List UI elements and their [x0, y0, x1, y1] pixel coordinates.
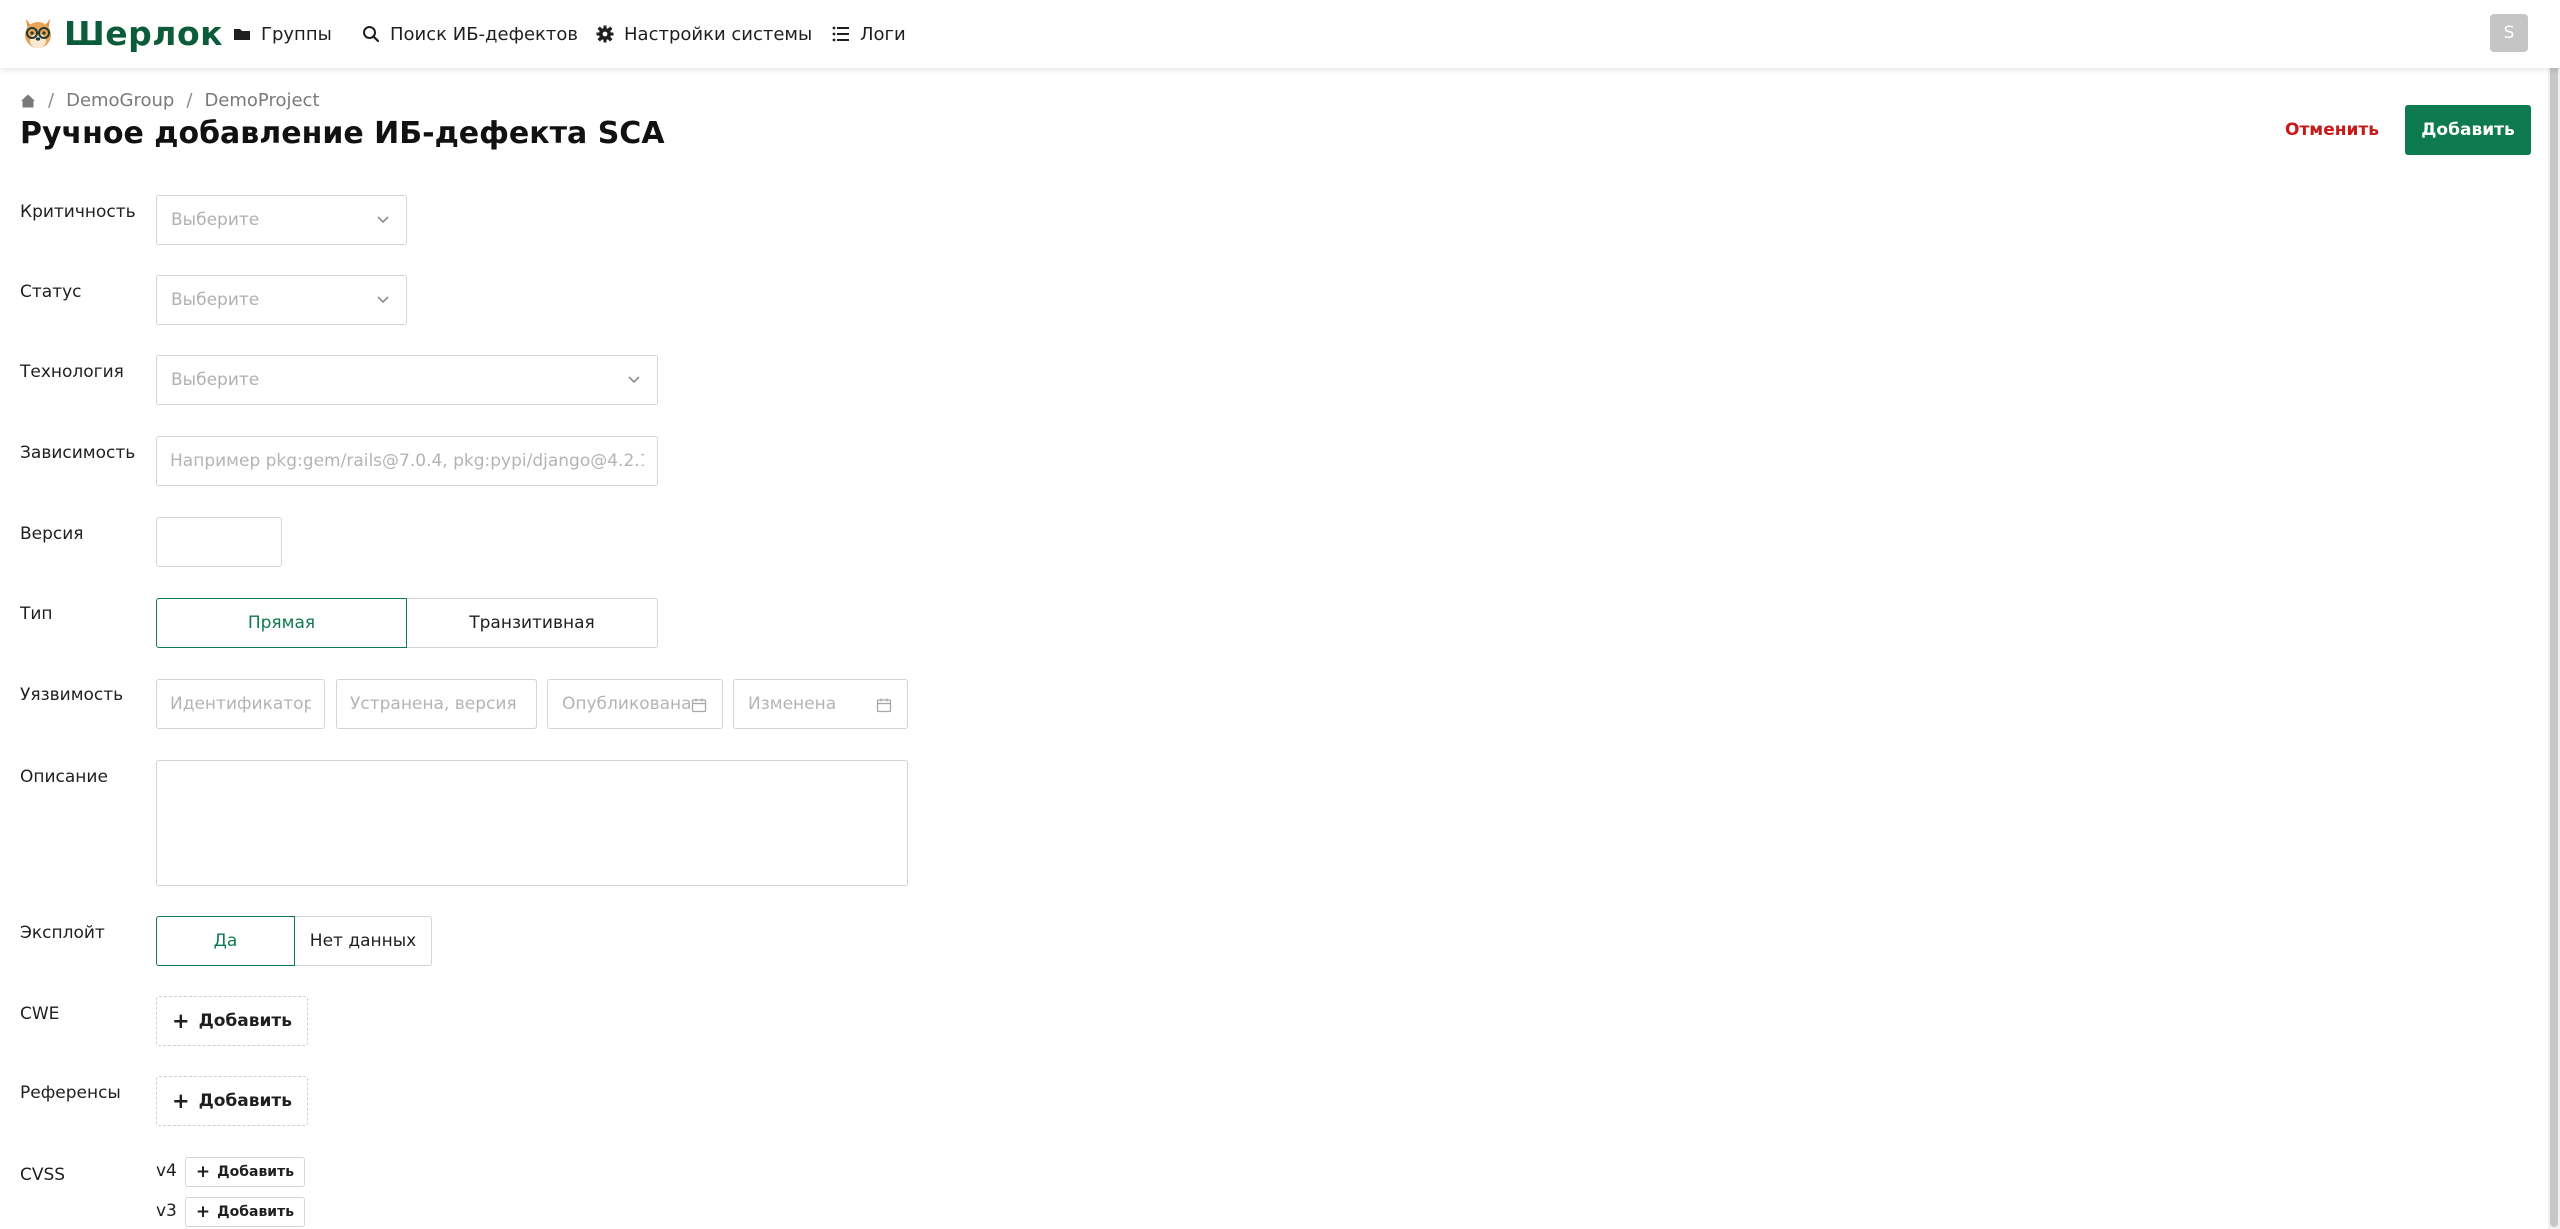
published-date-placeholder: Опубликована	[562, 694, 692, 714]
modified-date-placeholder: Изменена	[748, 694, 837, 714]
add-cvss-v3-button[interactable]: + Добавить	[185, 1197, 305, 1227]
breadcrumb-separator: /	[186, 90, 193, 111]
user-avatar[interactable]: S	[2490, 14, 2528, 52]
criticality-select[interactable]: Выберите	[156, 195, 407, 245]
vulnerability-id-input[interactable]	[156, 679, 325, 729]
cwe-label: CWE	[20, 1004, 60, 1024]
technology-select[interactable]: Выберите	[156, 355, 658, 405]
version-label: Версия	[20, 524, 84, 544]
vulnerability-label: Уязвимость	[20, 685, 124, 705]
cvss-v4-label: v4	[156, 1161, 177, 1181]
vulnerability-fixed-version-input[interactable]	[336, 679, 537, 729]
status-label: Статус	[20, 282, 82, 302]
description-label: Описание	[20, 767, 108, 787]
logo-text: Шерлок	[64, 13, 224, 53]
dependency-label: Зависимость	[20, 443, 136, 463]
criticality-placeholder: Выберите	[171, 210, 260, 230]
breadcrumb-group[interactable]: DemoGroup	[66, 90, 174, 111]
add-cwe-label: Добавить	[198, 1011, 293, 1031]
plus-icon: +	[195, 1201, 211, 1222]
breadcrumb-project[interactable]: DemoProject	[204, 90, 319, 111]
description-textarea[interactable]	[156, 760, 908, 886]
type-option-direct[interactable]: Прямая	[156, 598, 407, 648]
list-icon	[832, 26, 849, 42]
scrollbar-thumb[interactable]	[2550, 2, 2558, 1227]
add-cvss-v4-label: Добавить	[217, 1164, 295, 1180]
nav-item-label: Поиск ИБ-дефектов	[390, 23, 579, 45]
add-cwe-button[interactable]: + Добавить	[156, 996, 308, 1046]
calendar-icon	[876, 698, 892, 713]
logo[interactable]: Шерлок	[18, 13, 223, 53]
add-cvss-v4-button[interactable]: + Добавить	[185, 1157, 305, 1187]
modified-date-picker[interactable]: Изменена	[733, 679, 908, 729]
cvss-label: CVSS	[20, 1165, 66, 1185]
submit-button[interactable]: Добавить	[2405, 105, 2531, 155]
cancel-button[interactable]: Отменить	[2270, 106, 2394, 154]
exploit-label: Эксплойт	[20, 923, 105, 943]
sherlock-dog-logo-icon	[25, 19, 51, 48]
exploit-option-yes[interactable]: Да	[156, 916, 295, 966]
add-reference-label: Добавить	[198, 1091, 293, 1111]
breadcrumb: / DemoGroup / DemoProject	[20, 90, 320, 111]
plus-icon: +	[195, 1161, 211, 1182]
technology-placeholder: Выберите	[171, 370, 260, 390]
chevron-down-icon	[377, 216, 389, 224]
status-select[interactable]: Выберите	[156, 275, 407, 325]
breadcrumb-separator: /	[48, 90, 55, 111]
plus-icon: +	[171, 1008, 190, 1033]
technology-label: Технология	[20, 362, 124, 382]
nav-item-search-defects[interactable]: Поиск ИБ-дефектов	[361, 20, 578, 48]
home-icon[interactable]	[20, 93, 36, 109]
page-title: Ручное добавление ИБ-дефекта SCA	[20, 116, 665, 151]
published-date-picker[interactable]: Опубликована	[547, 679, 723, 729]
plus-icon: +	[171, 1088, 190, 1113]
chevron-down-icon	[628, 376, 640, 384]
version-input[interactable]	[156, 517, 282, 567]
nav-item-label: Логи	[860, 23, 906, 45]
add-cvss-v3-label: Добавить	[217, 1204, 295, 1220]
criticality-label: Критичность	[20, 202, 136, 222]
type-option-transitive[interactable]: Транзитивная	[406, 598, 658, 648]
type-label: Тип	[20, 604, 53, 624]
gear-icon	[596, 25, 614, 43]
add-reference-button[interactable]: + Добавить	[156, 1076, 308, 1126]
status-placeholder: Выберите	[171, 290, 260, 310]
folder-icon	[234, 29, 250, 40]
nav-item-system-settings[interactable]: Настройки системы	[595, 20, 812, 48]
top-navbar: Шерлок Группы Поиск ИБ-дефектов Настройк…	[0, 0, 2560, 68]
chevron-down-icon	[377, 296, 389, 304]
search-icon	[363, 26, 380, 43]
cvss-v3-label: v3	[156, 1201, 177, 1221]
references-label: Референсы	[20, 1083, 121, 1103]
nav-item-logs[interactable]: Логи	[831, 20, 906, 48]
exploit-option-no-data[interactable]: Нет данных	[294, 916, 432, 966]
calendar-icon	[691, 698, 707, 713]
dependency-input[interactable]	[156, 436, 658, 486]
nav-item-groups[interactable]: Группы	[232, 20, 332, 48]
nav-item-label: Группы	[261, 23, 332, 45]
nav-item-label: Настройки системы	[624, 23, 813, 45]
